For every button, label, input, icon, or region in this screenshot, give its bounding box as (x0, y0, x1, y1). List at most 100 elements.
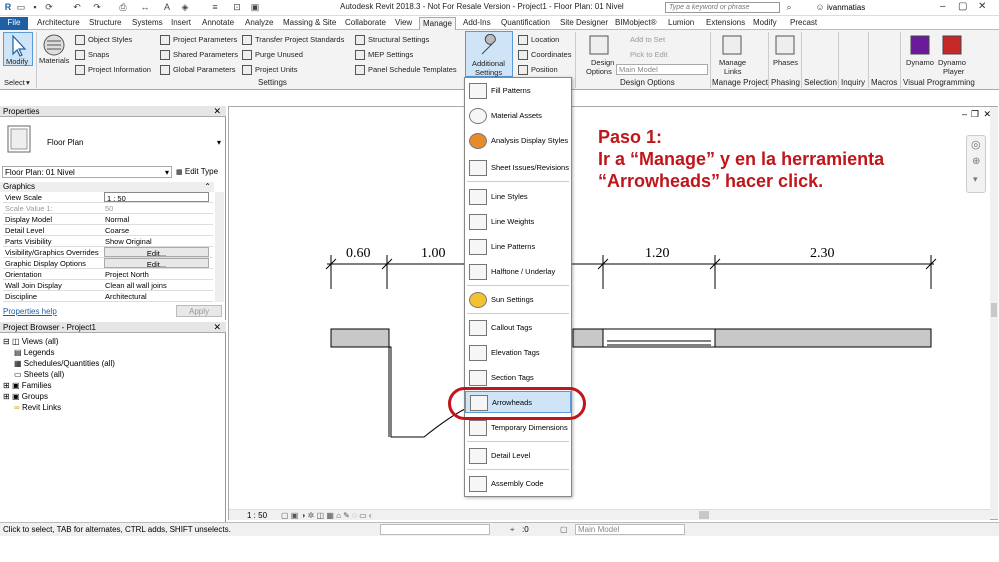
manage-links-button-2[interactable]: Links (724, 67, 742, 76)
panel-schedule-templates-button[interactable]: Panel Schedule Templates (368, 65, 457, 74)
sync-icon[interactable]: ⟳ (44, 2, 54, 12)
chevron-down-icon[interactable]: ▾ (26, 78, 30, 87)
coordinates-button[interactable]: Coordinates (531, 50, 571, 59)
tab-precast[interactable]: Precast (787, 17, 820, 30)
tab-view[interactable]: View (392, 17, 415, 30)
workset-select[interactable] (380, 524, 490, 535)
menu-item-analysis-display-styles[interactable]: Analysis Display Styles (465, 130, 571, 152)
menu-item-section-tags[interactable]: Section Tags (465, 367, 571, 389)
redo-icon[interactable]: ↷ (92, 2, 102, 12)
tab-lumion[interactable]: Lumion (665, 17, 697, 30)
restore-icon[interactable]: ❐ (971, 109, 979, 120)
vertical-scrollbar[interactable] (990, 107, 998, 519)
tab-analyze[interactable]: Analyze (242, 17, 276, 30)
save-icon[interactable]: ▪ (30, 2, 40, 12)
settings-panel-title[interactable]: Settings (258, 78, 287, 87)
thin-lines-icon[interactable]: ≡ (210, 2, 220, 12)
zoom-icon[interactable]: ⊕ (972, 156, 980, 167)
add-to-set-button[interactable]: Add to Set (630, 35, 665, 44)
visual-programming-panel-title[interactable]: Visual Programming (903, 78, 975, 87)
menu-item-halftone-underlay[interactable]: Halftone / Underlay (465, 261, 571, 283)
tree-item[interactable]: ∞ Revit Links (14, 403, 61, 412)
properties-scrollbar[interactable] (215, 192, 224, 302)
tab-annotate[interactable]: Annotate (199, 17, 237, 30)
dimension-label[interactable]: 2.30 (810, 246, 835, 262)
horizontal-scrollbar-thumb[interactable] (699, 511, 709, 519)
undo-icon[interactable]: ↶ (72, 2, 82, 12)
tab-extensions[interactable]: Extensions (703, 17, 748, 30)
manage-project-panel-title[interactable]: Manage Project (712, 78, 768, 87)
measure-icon[interactable]: ↔ (140, 2, 150, 12)
menu-item-line-weights[interactable]: Line Weights (465, 211, 571, 233)
scrollbar-thumb[interactable] (991, 303, 997, 317)
tree-item[interactable]: ▭ Sheets (all) (14, 370, 64, 379)
property-row[interactable]: Detail Level Coarse (3, 225, 213, 236)
tab-structure[interactable]: Structure (86, 17, 124, 30)
project-parameters-button[interactable]: Project Parameters (173, 35, 237, 44)
property-row[interactable]: View Scale 1 : 50 (3, 192, 213, 203)
tab-architecture[interactable]: Architecture (34, 17, 83, 30)
graphics-group-header[interactable]: Graphics ⌃ (0, 182, 214, 192)
tree-item[interactable]: ▦ Schedules/Quantities (all) (14, 359, 115, 368)
tree-item[interactable]: ⊞ ▣ Groups (3, 392, 48, 401)
location-button[interactable]: Location (531, 35, 559, 44)
design-options-panel-title[interactable]: Design Options (620, 78, 675, 87)
menu-item-line-patterns[interactable]: Line Patterns (465, 236, 571, 258)
global-parameters-button[interactable]: Global Parameters (173, 65, 236, 74)
editable-only-icon[interactable]: ▢ (560, 523, 568, 536)
view-selector[interactable]: Floor Plan: 01 Nivel ▾ (2, 166, 172, 178)
tab-massing-site[interactable]: Massing & Site (280, 17, 339, 30)
menu-item-assembly-code[interactable]: Assembly Code (465, 473, 571, 495)
tab-add-ins[interactable]: Add-Ins (460, 17, 494, 30)
property-row[interactable]: Wall Join Display Clean all wall joins (3, 280, 213, 291)
tab-site-designer[interactable]: Site Designer (557, 17, 611, 30)
tab-modify[interactable]: Modify (750, 17, 780, 30)
chevron-down-icon[interactable]: ▾ (973, 174, 978, 185)
user-name[interactable]: ivanmatias (827, 3, 865, 12)
property-row[interactable]: Graphic Display Options Edit... (3, 258, 213, 269)
filter-icon[interactable]: ⌖ (510, 523, 515, 536)
steering-wheel-icon[interactable]: ◎ (971, 138, 981, 151)
close-hidden-icon[interactable]: ⊡ (232, 2, 242, 12)
user-icon[interactable]: ☺ (815, 2, 825, 12)
properties-help-link[interactable]: Properties help (3, 307, 57, 316)
mep-settings-button[interactable]: MEP Settings (368, 50, 413, 59)
shared-parameters-button[interactable]: Shared Parameters (173, 50, 238, 59)
tab-insert[interactable]: Insert (168, 17, 194, 30)
dimension-label[interactable]: 0.60 (346, 246, 371, 262)
modify-button[interactable]: Modify (3, 32, 33, 66)
design-option-status-select[interactable]: Main Model (575, 524, 685, 535)
snaps-button[interactable]: Snaps (88, 50, 109, 59)
project-units-button[interactable]: Project Units (255, 65, 298, 74)
dimension-label[interactable]: 1.20 (645, 246, 670, 262)
menu-item-sheet-issues-revisions[interactable]: Sheet Issues/Revisions (465, 157, 571, 179)
selection-panel-title[interactable]: Selection (804, 78, 837, 87)
transfer-standards-button[interactable]: Transfer Project Standards (255, 35, 344, 44)
position-button[interactable]: Position (531, 65, 558, 74)
property-row[interactable]: Orientation Project North (3, 269, 213, 280)
pick-to-edit-button[interactable]: Pick to Edit (630, 50, 668, 59)
minimize-icon[interactable]: – (940, 1, 946, 12)
dynamo-button[interactable]: Dynamo (906, 58, 934, 67)
print-icon[interactable]: ⎙ (118, 2, 128, 12)
menu-item-elevation-tags[interactable]: Elevation Tags (465, 342, 571, 364)
3d-view-icon[interactable]: ◈ (180, 2, 190, 12)
phases-button[interactable]: Phases (773, 58, 798, 67)
close-icon[interactable]: ✕ (213, 106, 221, 117)
tab-file[interactable]: File (0, 17, 28, 30)
open-icon[interactable]: ▭ (16, 2, 26, 12)
tab-collaborate[interactable]: Collaborate (342, 17, 389, 30)
close-icon[interactable]: ✕ (978, 1, 986, 12)
tab-systems[interactable]: Systems (129, 17, 166, 30)
macros-panel-title[interactable]: Macros (871, 78, 897, 87)
menu-item-temporary-dimensions[interactable]: Temporary Dimensions (465, 417, 571, 439)
manage-links-button-1[interactable]: Manage (719, 58, 746, 67)
phasing-panel-title[interactable]: Phasing (771, 78, 800, 87)
tree-item[interactable]: ▤ Legends (14, 348, 55, 357)
edit-type-button[interactable]: ▦ Edit Type (176, 166, 224, 178)
menu-item-fill-patterns[interactable]: Fill Patterns (465, 80, 571, 102)
maximize-icon[interactable]: ▢ (958, 1, 967, 12)
inquiry-panel-title[interactable]: Inquiry (841, 78, 865, 87)
view-control-icons[interactable]: ▢ ▣ ◑ ✲ ◫ ▦ ⌂ ✎ ◌ ▭ ‹ (281, 510, 372, 521)
text-icon[interactable]: A (162, 2, 172, 12)
